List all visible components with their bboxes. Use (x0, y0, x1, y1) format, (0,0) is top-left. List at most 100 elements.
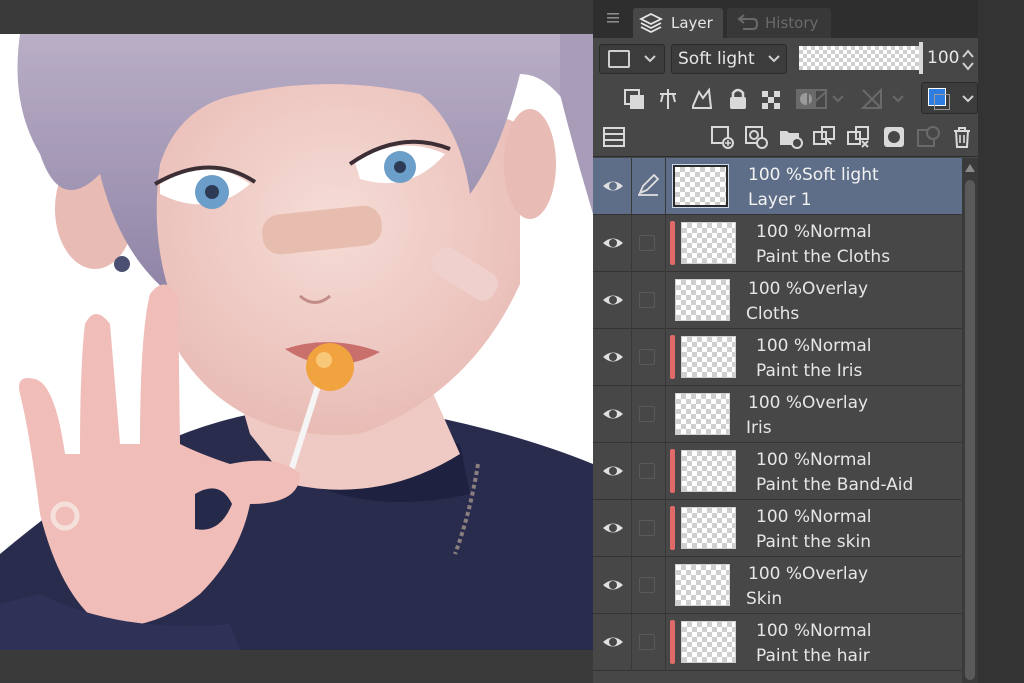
combine-to-layer-below-icon[interactable] (845, 124, 871, 150)
layer-color-dropdown[interactable] (921, 82, 978, 114)
pencil-icon[interactable] (635, 172, 661, 198)
column-divider (665, 158, 666, 215)
layer-mode-line: 100 %Overlay (748, 393, 868, 413)
layer-mode-line: 100 %Overlay (748, 564, 868, 584)
edit-target-checkbox[interactable] (639, 634, 655, 650)
eye-icon[interactable] (601, 288, 625, 312)
layer-mode-line: 100 %Normal (756, 507, 872, 527)
eye-icon[interactable] (601, 345, 625, 369)
layer-row[interactable]: 100 %Normal Paint the Iris (593, 329, 962, 386)
layer-row[interactable]: 100 %Soft light Layer 1 (593, 158, 962, 215)
layer-list-scrollbar[interactable] (962, 158, 978, 683)
column-divider (665, 329, 666, 386)
layer-row[interactable]: 100 %Normal Paint the hair (593, 614, 962, 671)
layer-blend-mode: Normal (810, 507, 872, 527)
layer-list: 100 %Soft light Layer 1 100 %Normal Pain… (593, 158, 962, 683)
blend-mode-value: Soft light (678, 49, 755, 69)
undo-icon (737, 14, 759, 30)
edit-target-checkbox[interactable] (639, 577, 655, 593)
edit-target-checkbox[interactable] (639, 349, 655, 365)
clip-to-layer-below-icon[interactable] (621, 86, 647, 112)
layer-row[interactable]: 100 %Overlay Cloths (593, 272, 962, 329)
lock-transparent-pixels-icon[interactable] (759, 86, 785, 112)
apply-mask-icon[interactable] (915, 124, 941, 150)
edit-target-checkbox[interactable] (639, 292, 655, 308)
eye-icon[interactable] (601, 459, 625, 483)
opacity-slider[interactable] (799, 42, 923, 74)
canvas-area[interactable] (0, 0, 593, 683)
edit-target-checkbox[interactable] (639, 463, 655, 479)
lock-icon[interactable] (725, 86, 751, 112)
layer-thumbnail (675, 393, 730, 435)
layer-name: Layer 1 (748, 190, 812, 210)
layer-blend-mode: Soft light (802, 165, 879, 185)
layer-opacity: 100 % (756, 336, 811, 356)
layer-color-label (670, 335, 675, 379)
edit-target-checkbox[interactable] (639, 406, 655, 422)
layer-row[interactable]: 100 %Normal Paint the Cloths (593, 215, 962, 272)
new-vector-layer-icon[interactable] (743, 124, 769, 150)
opacity-value[interactable]: 100 (927, 48, 959, 68)
layer-mode-line: 100 %Normal (756, 336, 872, 356)
layer-row[interactable]: 100 %Overlay Skin (593, 557, 962, 614)
column-divider (665, 614, 666, 671)
layer-mode-line: 100 %Normal (756, 222, 872, 242)
layer-blend-mode: Overlay (802, 393, 869, 413)
reference-layer-icon[interactable] (655, 86, 681, 112)
edit-target-checkbox[interactable] (639, 520, 655, 536)
layer-mode-line: 100 %Overlay (748, 279, 868, 299)
layer-opacity: 100 % (748, 279, 803, 299)
layer-color-swatch-back (934, 94, 950, 110)
opacity-stepper-icon[interactable] (961, 48, 975, 72)
eye-icon[interactable] (601, 516, 625, 540)
eye-icon[interactable] (601, 231, 625, 255)
column-divider (631, 557, 632, 614)
tab-history[interactable]: History (727, 8, 831, 38)
layer-name: Paint the Cloths (756, 247, 891, 267)
mask-options-icon[interactable] (805, 86, 849, 112)
eye-icon[interactable] (601, 402, 625, 426)
ruler-range-icon[interactable] (859, 86, 913, 112)
layer-thumbnail (675, 279, 730, 321)
layer-color-label (670, 506, 675, 550)
tab-layer-label: Layer (671, 14, 713, 32)
scroll-up-icon[interactable] (965, 164, 975, 172)
trash-icon[interactable] (949, 124, 975, 150)
new-folder-icon[interactable] (777, 124, 803, 150)
eye-icon[interactable] (601, 573, 625, 597)
layers-icon (639, 12, 663, 34)
blend-mode-select[interactable]: Soft light (671, 44, 787, 74)
new-raster-layer-icon[interactable] (709, 124, 735, 150)
column-divider (631, 215, 632, 272)
layer-row[interactable]: 100 %Normal Paint the skin (593, 500, 962, 557)
layer-blend-mode: Overlay (802, 564, 869, 584)
tab-layer[interactable]: Layer (633, 8, 723, 38)
chevron-down-icon (768, 55, 780, 63)
tab-history-label: History (765, 14, 819, 32)
create-layer-mask-icon[interactable] (881, 124, 907, 150)
illustration-canvas[interactable] (0, 34, 593, 650)
layer-row[interactable]: 100 %Normal Paint the Band-Aid (593, 443, 962, 500)
layer-blend-mode: Normal (810, 336, 872, 356)
column-divider (665, 443, 666, 500)
transfer-to-lower-layer-icon[interactable] (811, 124, 837, 150)
menu-icon[interactable] (605, 10, 621, 26)
illustration-image (0, 34, 593, 650)
layer-blend-mode: Normal (810, 222, 872, 242)
layer-row[interactable]: 100 %Overlay Iris (593, 386, 962, 443)
chevron-down-icon (644, 55, 656, 63)
layer-thumbnail (675, 564, 730, 606)
layer-color-label (670, 449, 675, 493)
layer-thumbnail (681, 222, 736, 264)
edit-target-checkbox[interactable] (639, 235, 655, 251)
draft-layer-icon[interactable] (689, 86, 715, 112)
eye-icon[interactable] (601, 630, 625, 654)
layer-opacity: 100 % (756, 621, 811, 641)
eye-icon[interactable] (601, 174, 625, 198)
column-divider (631, 329, 632, 386)
layer-operations-toolbar (593, 118, 978, 157)
layer-property-panel-icon[interactable] (601, 124, 627, 150)
layer-name: Paint the Band-Aid (756, 475, 914, 495)
scrollbar-thumb[interactable] (965, 180, 975, 680)
expression-color-dropdown[interactable] (599, 44, 665, 74)
